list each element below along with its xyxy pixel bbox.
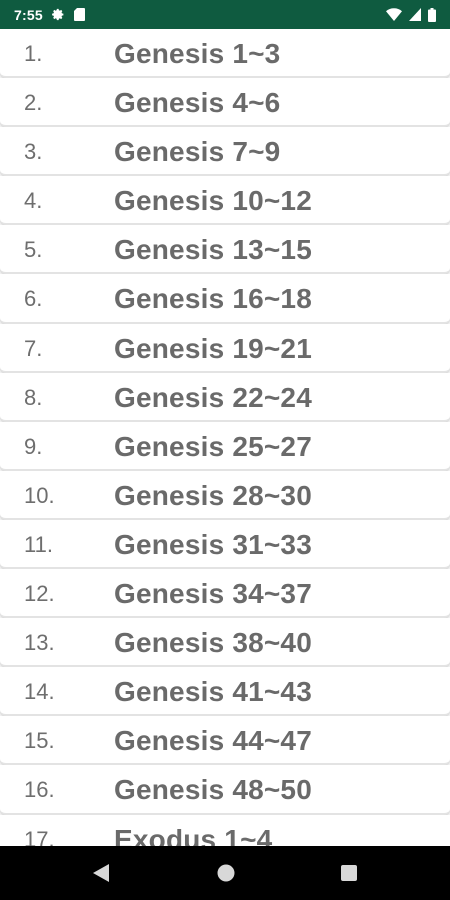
sd-card-icon bbox=[73, 8, 85, 21]
item-number: 12. bbox=[24, 581, 55, 607]
item-title: Genesis 25~27 bbox=[114, 430, 312, 462]
item-number: 11. bbox=[24, 531, 53, 557]
list-item[interactable]: 2. Genesis 4~6 bbox=[0, 78, 450, 128]
navigation-bar bbox=[0, 846, 450, 900]
item-title: Genesis 31~33 bbox=[114, 528, 312, 560]
list-item[interactable]: 11. Genesis 31~33 bbox=[0, 519, 450, 570]
back-icon[interactable] bbox=[88, 860, 114, 886]
cell-signal-icon bbox=[409, 8, 421, 21]
item-title: Genesis 19~21 bbox=[114, 332, 312, 364]
list-item[interactable]: 4. Genesis 10~12 bbox=[0, 176, 450, 226]
item-number: 8. bbox=[24, 384, 43, 410]
list-item[interactable]: 1. Genesis 1~3 bbox=[0, 29, 450, 79]
list-item[interactable]: 12. Genesis 34~37 bbox=[0, 569, 450, 619]
list-item[interactable]: 15. Genesis 44~47 bbox=[0, 716, 450, 766]
item-number: 16. bbox=[24, 777, 55, 803]
list-item[interactable]: 7. Genesis 19~21 bbox=[0, 323, 450, 373]
list-item[interactable]: 3. Genesis 7~9 bbox=[0, 127, 450, 177]
item-title: Genesis 13~15 bbox=[114, 234, 312, 266]
item-number: 17. bbox=[24, 826, 55, 847]
home-icon[interactable] bbox=[213, 860, 239, 886]
list-item[interactable]: 6. Genesis 16~18 bbox=[0, 274, 450, 324]
item-title: Genesis 7~9 bbox=[114, 136, 281, 168]
item-title: Genesis 41~43 bbox=[114, 676, 312, 708]
item-title: Genesis 16~18 bbox=[114, 283, 312, 315]
item-number: 3. bbox=[24, 139, 43, 165]
item-number: 1. bbox=[24, 41, 43, 66]
item-title: Genesis 44~47 bbox=[114, 725, 312, 757]
item-title: Genesis 10~12 bbox=[114, 185, 312, 217]
reading-list[interactable]: 1. Genesis 1~3 2. Genesis 4~6 3. Genesis… bbox=[0, 29, 450, 846]
status-time: 7:55 bbox=[14, 6, 43, 23]
list-item[interactable]: 10. Genesis 28~30 bbox=[0, 470, 450, 520]
item-number: 6. bbox=[24, 286, 43, 312]
recents-icon[interactable] bbox=[336, 860, 362, 886]
list-item[interactable]: 16. Genesis 48~50 bbox=[0, 765, 450, 815]
wifi-icon bbox=[386, 8, 402, 21]
item-number: 4. bbox=[24, 188, 43, 214]
item-title: Genesis 48~50 bbox=[114, 774, 312, 806]
gear-icon bbox=[51, 8, 65, 21]
list-item[interactable]: 5. Genesis 13~15 bbox=[0, 225, 450, 275]
item-number: 13. bbox=[24, 630, 55, 656]
battery-icon bbox=[428, 7, 436, 22]
item-title: Genesis 38~40 bbox=[114, 627, 312, 659]
status-bar: 7:55 bbox=[0, 0, 450, 29]
item-title: Genesis 34~37 bbox=[114, 578, 312, 610]
list-item[interactable]: 14. Genesis 41~43 bbox=[0, 667, 450, 717]
item-number: 14. bbox=[24, 679, 55, 705]
list-item[interactable]: 13. Genesis 38~40 bbox=[0, 618, 450, 668]
list-item[interactable]: 9. Genesis 25~27 bbox=[0, 421, 450, 471]
list-item[interactable]: 8. Genesis 22~24 bbox=[0, 372, 450, 422]
item-number: 5. bbox=[24, 237, 43, 263]
list-item[interactable]: 17. Exodus 1~4 bbox=[0, 814, 450, 847]
item-number: 2. bbox=[24, 90, 43, 116]
item-number: 7. bbox=[24, 335, 43, 361]
item-title: Exodus 1~4 bbox=[114, 823, 273, 847]
item-title: Genesis 28~30 bbox=[114, 479, 312, 511]
item-title: Genesis 4~6 bbox=[114, 87, 281, 119]
item-number: 10. bbox=[24, 482, 55, 508]
item-number: 9. bbox=[24, 433, 43, 459]
item-title: Genesis 22~24 bbox=[114, 381, 312, 413]
item-title: Genesis 1~3 bbox=[114, 38, 281, 69]
item-number: 15. bbox=[24, 728, 55, 754]
